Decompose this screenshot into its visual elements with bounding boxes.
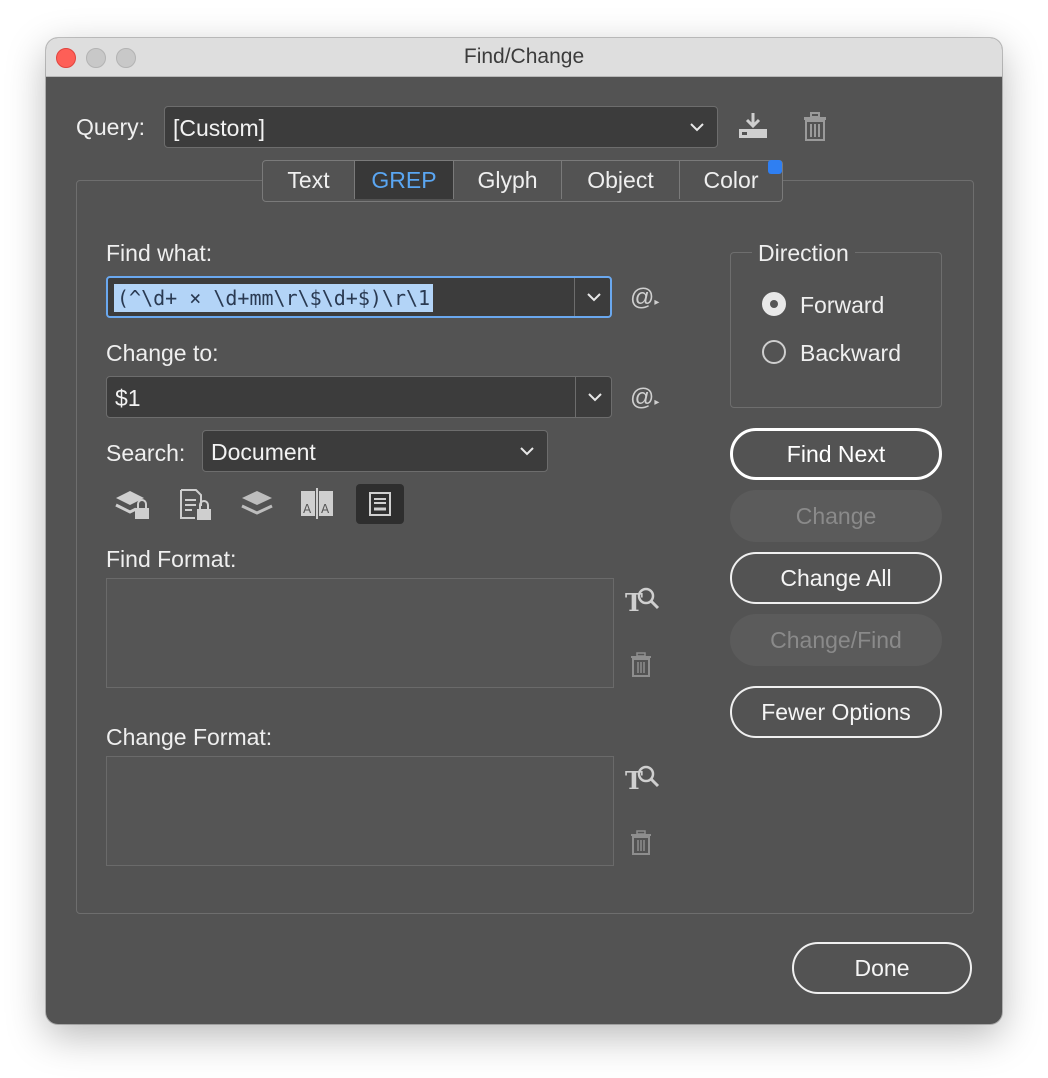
- forward-label[interactable]: Forward: [800, 292, 884, 319]
- delete-query-icon[interactable]: [802, 112, 828, 142]
- save-query-icon[interactable]: [736, 110, 770, 142]
- special-characters-change-icon[interactable]: @▸: [630, 384, 659, 412]
- find-format-box[interactable]: [106, 578, 614, 688]
- direction-label: Direction: [752, 240, 855, 267]
- direction-group: [730, 252, 942, 408]
- change-to-field[interactable]: $1: [106, 376, 612, 418]
- chevron-down-icon: [690, 123, 704, 132]
- find-what-field[interactable]: (^\d+ × \d+mm\r\$\d+$)\r\1: [106, 276, 612, 318]
- window-title: Find/Change: [463, 45, 585, 68]
- query-value: [Custom]: [173, 115, 266, 141]
- forward-radio[interactable]: [762, 292, 786, 316]
- change-format-box[interactable]: [106, 756, 614, 866]
- search-scope-value: Document: [211, 439, 316, 465]
- clear-change-format-icon[interactable]: [630, 830, 652, 856]
- master-pages-icon[interactable]: A A: [298, 486, 336, 520]
- find-change-dialog: Find/Change Query: [Custom] Text GREP Gl…: [46, 38, 1002, 1024]
- locked-stories-icon[interactable]: [178, 488, 214, 522]
- find-what-label: Find what:: [106, 240, 213, 266]
- backward-label[interactable]: Backward: [800, 340, 901, 367]
- divider: [575, 377, 576, 417]
- query-label: Query:: [76, 114, 146, 140]
- find-what-value: (^\d+ × \d+mm\r\$\d+$)\r\1: [114, 284, 434, 312]
- divider: [574, 278, 575, 316]
- svg-text:A: A: [303, 502, 312, 516]
- tab-text[interactable]: Text: [263, 161, 355, 199]
- special-characters-find-icon[interactable]: @▸: [630, 284, 659, 312]
- find-format-label: Find Format:: [106, 546, 237, 572]
- change-format-label: Change Format:: [106, 724, 273, 750]
- chevron-down-icon: [520, 447, 534, 456]
- search-type-tabs: Text GREP Glyph Object Color: [262, 160, 783, 202]
- footnotes-toggle[interactable]: [356, 484, 404, 524]
- query-select[interactable]: [Custom]: [164, 106, 718, 148]
- change-all-button[interactable]: Change All: [730, 552, 942, 604]
- tab-color[interactable]: Color: [680, 161, 782, 199]
- search-scope-select[interactable]: Document: [202, 430, 548, 472]
- specify-find-format-icon[interactable]: T: [624, 584, 660, 616]
- footnotes-icon: [369, 492, 391, 516]
- change-to-value: $1: [115, 385, 141, 411]
- svg-text:A: A: [321, 502, 330, 516]
- change-find-button[interactable]: Change/Find: [730, 614, 942, 666]
- change-button[interactable]: Change: [730, 490, 942, 542]
- specify-change-format-icon[interactable]: T: [624, 762, 660, 794]
- title-bar: Find/Change: [46, 38, 1002, 77]
- find-next-button[interactable]: Find Next: [730, 428, 942, 480]
- tab-glyph[interactable]: Glyph: [454, 161, 562, 199]
- change-to-label: Change to:: [106, 340, 219, 366]
- search-label: Search:: [106, 440, 186, 466]
- locked-layers-icon[interactable]: [114, 488, 152, 522]
- color-tab-indicator: [768, 160, 782, 174]
- clear-find-format-icon[interactable]: [630, 652, 652, 678]
- chevron-down-icon[interactable]: [587, 389, 603, 405]
- tab-object[interactable]: Object: [562, 161, 680, 199]
- backward-radio[interactable]: [762, 340, 786, 364]
- tab-grep[interactable]: GREP: [355, 161, 454, 199]
- chevron-down-icon[interactable]: [586, 289, 602, 305]
- fewer-options-button[interactable]: Fewer Options: [730, 686, 942, 738]
- hidden-layers-icon[interactable]: [240, 488, 274, 520]
- done-button[interactable]: Done: [792, 942, 972, 994]
